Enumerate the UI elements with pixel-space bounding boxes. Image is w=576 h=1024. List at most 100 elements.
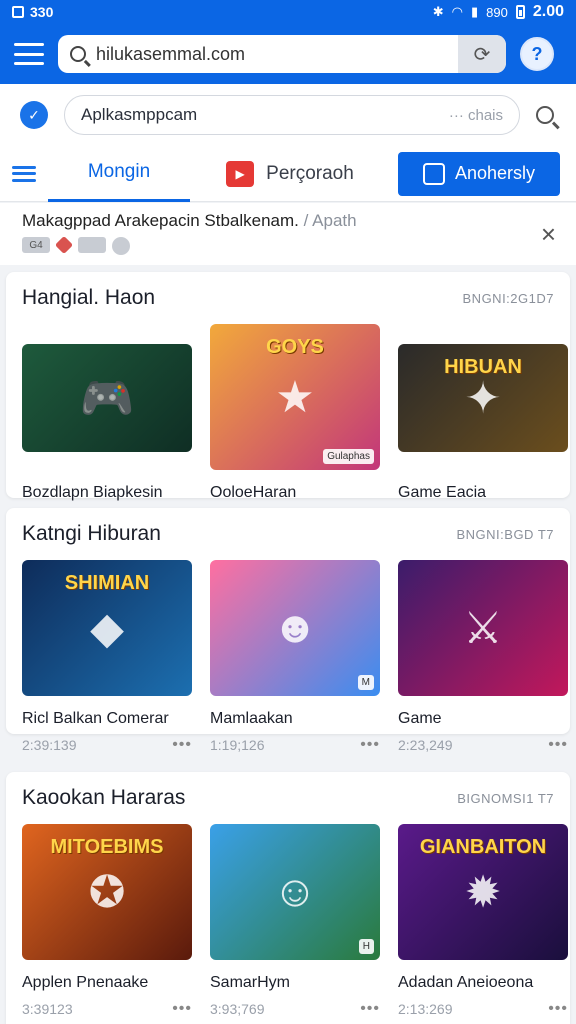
game-tile[interactable]: ✪ MITOEBIMS Applen Pnenaake 3:39123 •••: [22, 824, 192, 1018]
game-logo-text: GIANBAITON: [419, 836, 547, 858]
diamond-icon: [54, 235, 74, 255]
tabs-menu-icon[interactable]: [12, 165, 36, 182]
game-tile[interactable]: ☺ H SamarHym 3:93;769 •••: [210, 824, 380, 1018]
more-options-icon[interactable]: •••: [172, 1000, 192, 1018]
url-text[interactable]: hilukasemmal.com: [96, 44, 458, 65]
status-right-text: 890: [486, 4, 508, 20]
robot-icon: 🎮: [79, 374, 135, 423]
section-card: Katngi Hiburan BNGNI:BGD T7 ◆ SHIMIAN Ricl B…: [6, 508, 570, 753]
bluetooth-icon: ✱: [432, 4, 444, 19]
game-thumbnail[interactable]: 🎮: [22, 344, 192, 452]
breadcrumb-path[interactable]: / Apath: [304, 211, 357, 230]
more-options-icon[interactable]: •••: [548, 1000, 568, 1018]
game-thumbnail[interactable]: ★ GOYS Gulaphas: [210, 324, 380, 470]
game-stat: 1:19;126: [210, 737, 265, 753]
game-logo-text: HIBUAN: [444, 356, 522, 378]
game-logo-text: GOYS: [266, 336, 324, 358]
notification-icon: [12, 6, 24, 18]
game-stat: 3:93;769: [210, 1001, 265, 1017]
game-title[interactable]: OoloeHaran: [210, 484, 380, 502]
browser-toolbar: hilukasemmal.com ⟳ ?: [0, 24, 576, 84]
tag-chip-empty[interactable]: [78, 237, 106, 253]
game-thumbnail[interactable]: ◆ SHIMIAN: [22, 560, 192, 696]
game-logo-text: SHIMIAN: [64, 572, 150, 594]
section-meta: BNGNI:BGD T7: [456, 526, 554, 542]
game-title[interactable]: Game: [398, 710, 568, 728]
status-bar: 330 ✱ ◠ ▮ 890 2.00: [0, 0, 576, 24]
section-title: Kaookan Hararas: [22, 786, 186, 809]
reload-icon[interactable]: ⟳: [458, 35, 506, 73]
section-meta: BIGNOMSI1 T7: [457, 790, 554, 806]
thumbnail-badge: Gulaphas: [323, 449, 374, 464]
assistant-icon[interactable]: ?: [520, 37, 554, 71]
game-tile[interactable]: 🎮Bozdlapn Biapkesin2:33129•••: [22, 324, 192, 528]
status-left-text: 330: [30, 4, 54, 20]
tab-percoraoh[interactable]: ▶ Perçoraoh: [190, 146, 390, 202]
breadcrumb: Makagppad Arakepacin Stbalkenam. / Apath…: [0, 203, 576, 265]
characters-icon: ☻: [271, 603, 319, 652]
space-soldier-icon: ✹: [464, 867, 502, 917]
controller-icon: ◆: [90, 603, 124, 653]
hero-kid-icon: ☺: [272, 867, 318, 916]
close-icon[interactable]: ×: [541, 219, 556, 250]
game-thumbnail[interactable]: ☻ M: [210, 560, 380, 696]
heroes-icon: ★: [275, 372, 315, 422]
game-tile[interactable]: ⚔ Game 2:23,249 •••: [398, 560, 568, 754]
wifi-icon: ◠: [451, 4, 463, 19]
adventurers-icon: ✪: [88, 867, 126, 917]
game-thumbnail[interactable]: ✹ GIANBAITON: [398, 824, 568, 960]
more-options-icon[interactable]: •••: [548, 736, 568, 754]
breadcrumb-text[interactable]: Makagppad Arakepacin Stbalkenam.: [22, 211, 299, 230]
game-stat: 3:39123: [22, 1001, 73, 1017]
tag-chip[interactable]: G4: [22, 237, 50, 253]
search-input[interactable]: Aplkasmppcam ··· chais: [64, 95, 520, 135]
tab-anohersly-button[interactable]: Anohersly: [398, 151, 560, 196]
chat-icon[interactable]: ✓: [20, 101, 48, 129]
game-title[interactable]: Mamlaakan: [210, 710, 380, 728]
game-thumbnail[interactable]: ✪ MITOEBIMS: [22, 824, 192, 960]
thumbnail-badge: M: [357, 675, 374, 690]
game-stat: 2:39:139: [22, 737, 77, 753]
gamepad-icon: ✦: [464, 373, 502, 423]
warrior-icon: ⚔: [463, 603, 503, 653]
game-stat: 2:23,249: [398, 737, 453, 753]
search-icon: [70, 46, 86, 62]
game-title[interactable]: Game Eacia: [398, 484, 568, 502]
menu-icon[interactable]: [14, 43, 44, 65]
game-tile[interactable]: ✹ GIANBAITON Adadan Aneioeona 2:13:269 •••: [398, 824, 568, 1018]
game-title[interactable]: Applen Pnenaake: [22, 974, 192, 992]
bookmark-icon: [422, 162, 445, 185]
video-icon: ▶: [226, 160, 255, 187]
search-query[interactable]: Aplkasmppcam: [81, 105, 197, 125]
game-tile[interactable]: ◆ SHIMIAN Ricl Balkan Comerar 2:39:139 •••: [22, 560, 192, 754]
tab-anohersly-label: Anohersly: [454, 163, 536, 183]
circle-icon: [112, 237, 130, 255]
game-title[interactable]: SamarHym: [210, 974, 380, 992]
more-options-icon[interactable]: •••: [172, 736, 192, 754]
game-stat: 2:13:269: [398, 1001, 453, 1017]
more-options-icon[interactable]: •••: [360, 736, 380, 754]
signal-icon: ▮: [471, 4, 479, 19]
section-meta: BNGNI:2G1D7: [462, 290, 554, 306]
search-button-icon[interactable]: [536, 106, 554, 124]
game-tile[interactable]: ★GOYSGulaphasOoloeHaran3:13;249•••: [210, 324, 380, 528]
game-thumbnail[interactable]: ⚔: [398, 560, 568, 696]
address-bar[interactable]: hilukasemmal.com ⟳: [58, 35, 506, 73]
section-title: Hangial. Haon: [22, 286, 156, 309]
clock: 2.00: [532, 3, 564, 20]
tab-bar: Mongin ▶ Perçoraoh Anohersly: [0, 146, 576, 202]
game-title[interactable]: Ricl Balkan Comerar: [22, 710, 192, 728]
thumbnail-badge: H: [358, 939, 374, 954]
section-title: Katngi Hiburan: [22, 522, 161, 545]
battery-icon: [515, 5, 525, 19]
game-tile[interactable]: ☻ M Mamlaakan 1:19;126 •••: [210, 560, 380, 754]
game-logo-text: MITOEBIMS: [50, 836, 164, 858]
game-title[interactable]: Bozdlapn Biapkesin: [22, 484, 192, 502]
game-thumbnail[interactable]: ✦ HIBUAN: [398, 344, 568, 452]
game-tile[interactable]: ✦HIBUANGame Eacia2:5B;26B•••: [398, 324, 568, 528]
game-title[interactable]: Adadan Aneioeona: [398, 974, 568, 992]
tab-mongin[interactable]: Mongin: [48, 146, 190, 202]
site-search-bar: ✓ Aplkasmppcam ··· chais: [0, 84, 576, 146]
more-options-icon[interactable]: •••: [360, 1000, 380, 1018]
game-thumbnail[interactable]: ☺ H: [210, 824, 380, 960]
